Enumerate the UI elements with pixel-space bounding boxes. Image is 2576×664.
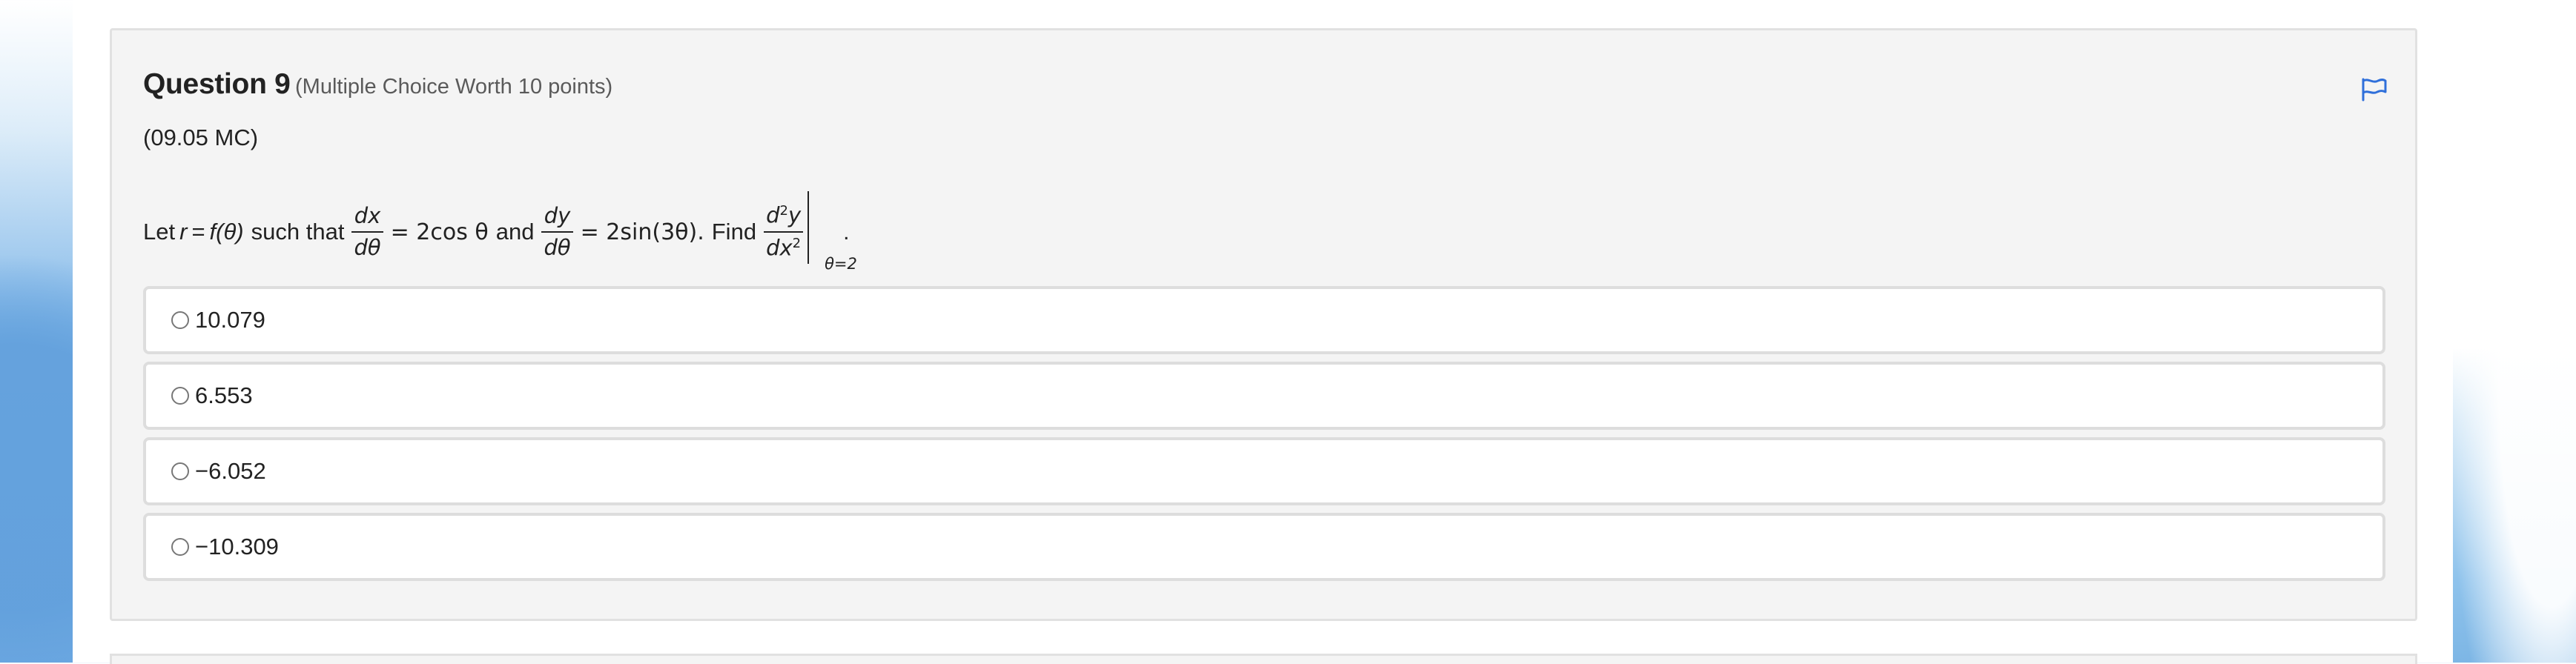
numerator-exponent: 2 (779, 203, 788, 219)
sin-expression: = 2sin(3θ). (580, 219, 704, 245)
evaluation-subscript: θ=2 (825, 255, 857, 273)
dtheta-denominator: dθ (354, 235, 381, 260)
question-stem: Let r = f(θ) such that dx dθ = 2cos θ an… (143, 191, 857, 273)
dx-dtheta-fraction: dx dθ (351, 205, 383, 259)
second-derivative-fraction: d2y dx2 (764, 191, 804, 273)
stem-period: . (843, 220, 850, 245)
question-code: (09.05 MC) (143, 124, 259, 150)
stem-find-text: Find (711, 219, 757, 245)
dy-numerator: dy (544, 203, 571, 228)
answer-choice[interactable]: 10.079 (143, 286, 2385, 354)
stem-and-text: and (495, 219, 535, 245)
answer-choice[interactable]: −10.309 (143, 513, 2385, 581)
radio-icon[interactable] (171, 387, 189, 405)
stem-let-text: Let (143, 219, 176, 245)
dtheta-denominator: dθ (544, 235, 571, 260)
stem-function-f-theta: f(θ) (209, 219, 244, 245)
cos-expression: = 2cos θ (390, 219, 489, 245)
dy-dtheta-fraction: dy dθ (541, 203, 573, 260)
stem-such-that-text: such that (251, 219, 345, 245)
flag-icon (2362, 78, 2387, 102)
choice-label: 6.553 (195, 382, 253, 408)
choice-label: 10.079 (195, 307, 265, 333)
dx-symbol: dx (766, 235, 793, 261)
right-background-panel (2453, 0, 2576, 663)
flag-question-button[interactable] (2358, 74, 2389, 105)
second-derivative-numerator: d2y (764, 205, 803, 231)
denominator-exponent: 2 (792, 236, 802, 251)
radio-icon[interactable] (171, 462, 189, 480)
answer-choices: 10.079 6.553 −6.052 −10.309 (143, 286, 2385, 588)
stem-r-variable: r (179, 219, 188, 245)
d-symbol: d (766, 203, 780, 228)
question-title: Question 9 (143, 68, 291, 100)
choice-label: −10.309 (195, 534, 279, 560)
second-derivative-expression: d2y dx2 θ=2 (761, 191, 857, 273)
y-symbol: y (787, 203, 802, 228)
radio-icon[interactable] (171, 538, 189, 556)
left-background-panel (0, 0, 82, 663)
question-meta: (Multiple Choice Worth 10 points) (295, 75, 613, 99)
answer-choice[interactable]: −6.052 (143, 437, 2385, 505)
evaluation-bar (808, 191, 810, 264)
answer-choice[interactable]: 6.553 (143, 362, 2385, 430)
second-derivative-denominator: dx2 (764, 233, 803, 259)
stem-equals-sign: = (191, 219, 205, 245)
radio-icon[interactable] (171, 311, 189, 329)
dx-numerator: dx (354, 203, 381, 228)
question-header: Question 9 (Multiple Choice Worth 10 poi… (143, 68, 612, 101)
choice-label: −6.052 (195, 458, 266, 484)
